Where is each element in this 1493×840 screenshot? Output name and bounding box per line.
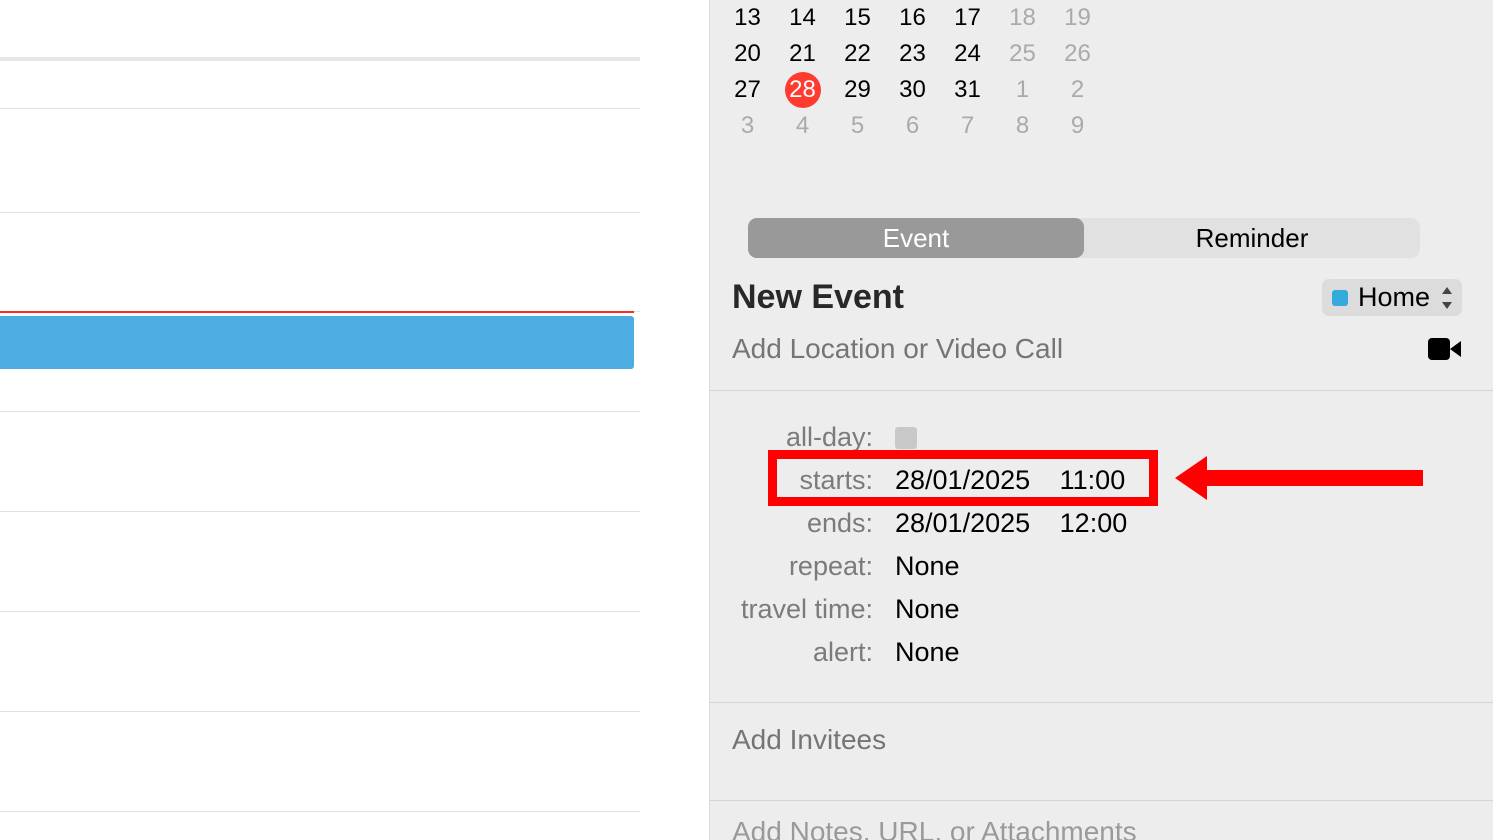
- calendar-day[interactable]: 18: [995, 0, 1050, 36]
- alert-value[interactable]: None: [895, 637, 960, 667]
- calendar-day[interactable]: 24: [940, 36, 995, 72]
- calendar-day[interactable]: 15: [830, 0, 885, 36]
- calendar-day[interactable]: 27: [720, 72, 775, 108]
- starts-label: starts:: [710, 459, 875, 502]
- starts-date[interactable]: 28/01/2025: [895, 465, 1030, 495]
- calendar-day[interactable]: 13: [720, 0, 775, 36]
- separator: [710, 390, 1493, 391]
- current-time-indicator: [0, 311, 634, 313]
- hour-divider: [0, 711, 640, 712]
- event-inspector: 13 14 15 16 17 18 19 20 21 22 23 24 25 2…: [710, 0, 1493, 840]
- starts-row: starts: 28/01/2025 11:00: [710, 459, 1493, 502]
- calendar-row: 20 21 22 23 24 25 26: [710, 36, 1493, 72]
- event-block-new[interactable]: [0, 316, 634, 369]
- travel-time-value[interactable]: None: [895, 594, 960, 624]
- all-day-checkbox[interactable]: [895, 427, 917, 449]
- calendar-day[interactable]: 25: [995, 36, 1050, 72]
- notes-input[interactable]: Add Notes, URL, or Attachments: [732, 816, 1137, 840]
- calendar-day[interactable]: 23: [885, 36, 940, 72]
- calendar-day[interactable]: 30: [885, 72, 940, 108]
- calendar-row: 27 28 29 30 31 1 2: [710, 72, 1493, 108]
- day-timeline[interactable]: [0, 0, 710, 840]
- calendar-day[interactable]: 3: [720, 108, 775, 144]
- hour-divider: [0, 411, 640, 412]
- calendar-day[interactable]: 14: [775, 0, 830, 36]
- tab-reminder[interactable]: Reminder: [1084, 218, 1420, 258]
- calendar-day[interactable]: 31: [940, 72, 995, 108]
- tab-event[interactable]: Event: [748, 218, 1084, 258]
- hour-divider: [0, 811, 640, 812]
- calendar-day[interactable]: 8: [995, 108, 1050, 144]
- invitees-input[interactable]: [732, 724, 1432, 756]
- calendar-day[interactable]: 19: [1050, 0, 1105, 36]
- alert-row: alert: None: [710, 631, 1493, 674]
- video-call-icon[interactable]: [1428, 338, 1462, 360]
- calendar-select[interactable]: Home: [1322, 279, 1462, 316]
- calendar-day[interactable]: 29: [830, 72, 885, 108]
- calendar-day[interactable]: 6: [885, 108, 940, 144]
- calendar-day[interactable]: 1: [995, 72, 1050, 108]
- travel-time-row: travel time: None: [710, 588, 1493, 631]
- chevron-up-down-icon: [1440, 286, 1454, 310]
- calendar-day[interactable]: 4: [775, 108, 830, 144]
- separator: [710, 702, 1493, 703]
- mini-month-calendar[interactable]: 13 14 15 16 17 18 19 20 21 22 23 24 25 2…: [710, 0, 1493, 144]
- event-title[interactable]: New Event: [732, 278, 904, 317]
- calendar-day[interactable]: 21: [775, 36, 830, 72]
- ends-date[interactable]: 28/01/2025: [895, 508, 1030, 538]
- starts-time[interactable]: 11:00: [1060, 465, 1126, 495]
- calendar-day[interactable]: 20: [720, 36, 775, 72]
- calendar-day[interactable]: 17: [940, 0, 995, 36]
- ends-row: ends: 28/01/2025 12:00: [710, 502, 1493, 545]
- repeat-label: repeat:: [710, 545, 875, 588]
- all-day-label: all-day:: [710, 416, 875, 459]
- ends-label: ends:: [710, 502, 875, 545]
- calendar-row: 13 14 15 16 17 18 19: [710, 0, 1493, 36]
- ends-time[interactable]: 12:00: [1060, 508, 1128, 538]
- timeline-separator: [0, 57, 640, 61]
- calendar-color-swatch: [1332, 290, 1348, 306]
- calendar-day[interactable]: 9: [1050, 108, 1105, 144]
- calendar-row: 3 4 5 6 7 8 9: [710, 108, 1493, 144]
- hour-divider: [0, 611, 640, 612]
- calendar-day[interactable]: 22: [830, 36, 885, 72]
- calendar-day[interactable]: 16: [885, 0, 940, 36]
- hour-divider: [0, 108, 640, 109]
- calendar-day[interactable]: 5: [830, 108, 885, 144]
- calendar-day-today[interactable]: 28: [775, 72, 830, 108]
- event-reminder-toggle[interactable]: Event Reminder: [748, 218, 1420, 258]
- travel-time-label: travel time:: [710, 588, 875, 631]
- repeat-row: repeat: None: [710, 545, 1493, 588]
- calendar-day[interactable]: 2: [1050, 72, 1105, 108]
- hour-divider: [0, 212, 640, 213]
- alert-label: alert:: [710, 631, 875, 674]
- event-details: all-day: starts: 28/01/2025 11:00 ends: …: [710, 416, 1493, 674]
- hour-divider: [0, 511, 640, 512]
- calendar-day[interactable]: 26: [1050, 36, 1105, 72]
- location-input[interactable]: [732, 333, 1332, 365]
- repeat-value[interactable]: None: [895, 551, 960, 581]
- separator: [710, 800, 1493, 801]
- calendar-name: Home: [1358, 282, 1430, 313]
- calendar-day[interactable]: 7: [940, 108, 995, 144]
